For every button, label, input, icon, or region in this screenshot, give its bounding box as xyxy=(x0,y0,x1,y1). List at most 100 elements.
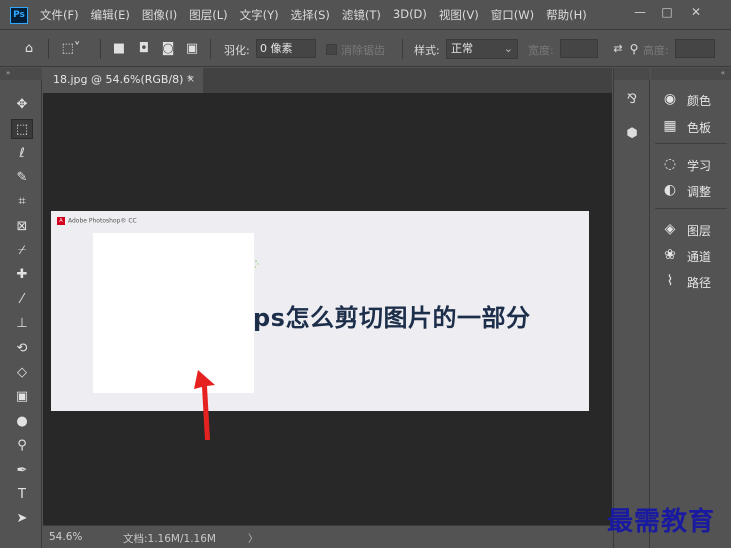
marquee-preset-icon[interactable]: ⬚˅ xyxy=(58,40,84,58)
frame-tool-icon[interactable]: ⊠ xyxy=(11,217,33,237)
restore-button[interactable]: □ xyxy=(657,3,677,21)
panel-paths[interactable]: ⌇ 路径 xyxy=(651,269,731,293)
adobe-logo-icon: A xyxy=(57,217,65,225)
chevron-down-icon: ⌄ xyxy=(503,42,513,55)
new-selection-icon[interactable]: ■ xyxy=(110,40,128,58)
dodge-tool-icon[interactable]: ⚲ xyxy=(11,436,33,456)
cleared-selection-area xyxy=(93,233,254,393)
width-label: 宽度: xyxy=(528,44,554,57)
panel-divider xyxy=(655,208,727,209)
swap-icon[interactable]: ⇄ xyxy=(611,40,625,58)
menu-select[interactable]: 选择(S) xyxy=(291,7,330,23)
style-select-value: 正常 xyxy=(451,42,473,55)
panel-channels[interactable]: ❀ 通道 xyxy=(651,243,731,267)
eraser-tool-icon[interactable]: ◇ xyxy=(11,363,33,383)
menu-bar: Ps 文件(F) 编辑(E) 图像(I) 图层(L) 文字(Y) 选择(S) 滤… xyxy=(0,0,731,30)
height-label: 高度: xyxy=(643,44,669,57)
pen-tool-icon[interactable]: ✒ xyxy=(11,461,33,481)
document-tabs: 18.jpg @ 54.6%(RGB/8) * × xyxy=(43,68,612,93)
history-panel-icon[interactable]: ⅋ xyxy=(622,90,642,110)
type-tool-icon[interactable]: T xyxy=(11,485,33,505)
path-selection-tool-icon[interactable]: ➤ xyxy=(11,509,33,529)
panel-paths-label: 路径 xyxy=(687,276,712,290)
panel-dock: « ◉ 颜色 ▦ 色板 ◌ 学习 ◐ 调整 ◈ 图层 ❀ 通道 ⌇ 路径 xyxy=(651,68,731,548)
width-input[interactable] xyxy=(560,39,598,58)
brush-tool-icon[interactable]: ⁄ xyxy=(11,290,33,310)
lasso-tool-icon[interactable]: ℓ xyxy=(11,144,33,164)
panel-channels-label: 通道 xyxy=(687,250,712,264)
healing-brush-tool-icon[interactable]: ✚ xyxy=(11,265,33,285)
layers-icon: ◈ xyxy=(664,221,676,237)
mini-panel-header xyxy=(614,68,650,80)
status-expand-icon[interactable]: 〉 xyxy=(248,530,258,545)
home-icon[interactable]: ⌂ xyxy=(20,40,38,58)
minimize-button[interactable]: — xyxy=(630,3,650,21)
zoom-level[interactable]: 54.6% xyxy=(49,531,82,543)
panel-swatches-label: 色板 xyxy=(687,121,712,135)
panel-layers[interactable]: ◈ 图层 xyxy=(651,217,731,241)
panel-layers-label: 图层 xyxy=(687,224,712,238)
subtract-from-selection-icon[interactable]: ◙ xyxy=(159,40,177,58)
panel-adjustments[interactable]: ◐ 调整 xyxy=(651,178,731,202)
options-separator xyxy=(402,39,403,59)
3d-panel-icon[interactable]: ⬢ xyxy=(622,124,642,144)
lightbulb-icon: ◌ xyxy=(663,156,677,172)
eyedropper-tool-icon[interactable]: ⌿ xyxy=(11,241,33,261)
search-icon[interactable]: ⚲ xyxy=(627,40,641,58)
gradient-tool-icon[interactable]: ▣ xyxy=(11,387,33,407)
menu-layer[interactable]: 图层(L) xyxy=(189,7,227,23)
menu-window[interactable]: 窗口(W) xyxy=(491,7,534,23)
panel-color[interactable]: ◉ 颜色 xyxy=(651,87,731,111)
clone-stamp-tool-icon[interactable]: ⊥ xyxy=(11,314,33,334)
panel-adjustments-label: 调整 xyxy=(687,185,712,199)
style-select[interactable]: 正常 ⌄ xyxy=(446,39,518,59)
options-separator xyxy=(210,39,211,59)
menu-filter[interactable]: 滤镜(T) xyxy=(342,7,381,23)
green-speckle-icon xyxy=(254,260,259,268)
adjustments-icon: ◐ xyxy=(663,182,677,198)
menu-type[interactable]: 文字(Y) xyxy=(240,7,279,23)
menu-3d[interactable]: 3D(D) xyxy=(393,7,427,23)
status-bar: 54.6% 文档:1.16M/1.16M 〉 xyxy=(43,525,612,548)
panel-divider xyxy=(655,143,727,144)
channels-icon: ❀ xyxy=(664,247,676,263)
panel-learn[interactable]: ◌ 学习 xyxy=(651,152,731,176)
photoshop-logo: Ps xyxy=(10,7,28,24)
height-input[interactable] xyxy=(675,39,715,58)
move-tool-icon[interactable]: ✥ xyxy=(11,95,33,115)
quick-selection-tool-icon[interactable]: ✎ xyxy=(11,168,33,188)
menu-image[interactable]: 图像(I) xyxy=(142,7,177,23)
document-size: 文档:1.16M/1.16M xyxy=(123,533,216,545)
document-tab[interactable]: 18.jpg @ 54.6%(RGB/8) * × xyxy=(43,68,203,93)
antialias-checkbox[interactable] xyxy=(326,44,337,55)
close-button[interactable]: ✕ xyxy=(686,3,706,21)
collapse-icon[interactable]: » xyxy=(0,68,42,80)
blur-tool-icon[interactable]: ● xyxy=(11,412,33,432)
history-brush-tool-icon[interactable]: ⟲ xyxy=(11,339,33,359)
intersect-selection-icon[interactable]: ▣ xyxy=(183,40,201,58)
red-arrow-icon xyxy=(194,370,215,440)
close-tab-icon[interactable]: × xyxy=(187,68,195,92)
menu-file[interactable]: 文件(F) xyxy=(40,7,79,23)
tools-panel: » ✥ ⬚ ℓ ✎ ⌗ ⊠ ⌿ ✚ ⁄ ⊥ ⟲ ◇ ▣ ● ⚲ ✒ T ➤ xyxy=(0,68,42,548)
document-tab-label: 18.jpg @ 54.6%(RGB/8) * xyxy=(53,73,193,86)
add-to-selection-icon[interactable]: ◘ xyxy=(135,40,153,58)
doc-image-brand: A Adobe Photoshop® CC xyxy=(57,217,137,225)
style-label: 样式: xyxy=(414,44,440,57)
panel-color-label: 颜色 xyxy=(687,94,712,108)
feather-input[interactable]: 0 像素 xyxy=(256,39,316,58)
marquee-tool-icon[interactable]: ⬚ xyxy=(11,119,33,139)
menu-items: 文件(F) 编辑(E) 图像(I) 图层(L) 文字(Y) 选择(S) 滤镜(T… xyxy=(40,7,599,23)
feather-label: 羽化: xyxy=(224,44,250,57)
panel-swatches[interactable]: ▦ 色板 xyxy=(651,114,731,138)
menu-edit[interactable]: 编辑(E) xyxy=(91,7,130,23)
menu-view[interactable]: 视图(V) xyxy=(439,7,479,23)
options-separator xyxy=(100,39,101,59)
panel-learn-label: 学习 xyxy=(687,159,712,173)
collapse-panels-icon[interactable]: « xyxy=(651,68,731,80)
menu-help[interactable]: 帮助(H) xyxy=(546,7,587,23)
doc-image-brand-text: Adobe Photoshop® CC xyxy=(68,217,137,225)
crop-tool-icon[interactable]: ⌗ xyxy=(11,192,33,212)
color-icon: ◉ xyxy=(663,91,677,107)
watermark-text: 最需教育 xyxy=(607,507,716,537)
